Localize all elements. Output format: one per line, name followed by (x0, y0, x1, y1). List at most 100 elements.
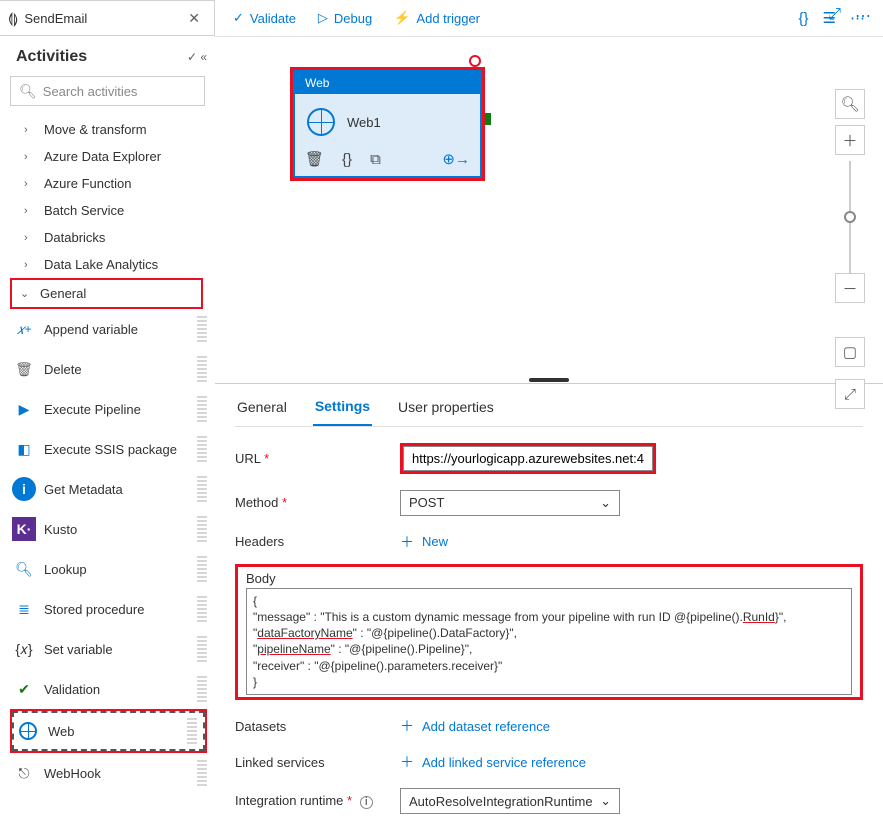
zoom-out-button[interactable]: － (835, 273, 865, 303)
url-input[interactable] (403, 446, 653, 471)
chevron-right-icon: › (24, 151, 38, 163)
add-trigger-button[interactable]: ⚡Add trigger (394, 10, 480, 26)
activity-lookup[interactable]: 🔍︎Lookup (10, 549, 213, 589)
drag-handle-icon[interactable] (187, 718, 197, 744)
add-dataset-button[interactable]: ＋Add dataset reference (400, 716, 863, 736)
datasets-label: Datasets (235, 719, 286, 734)
check-icon: ✔︎ (12, 677, 36, 701)
cat-azure-data-explorer[interactable]: ›Azure Data Explorer (0, 143, 213, 170)
highlight-dot (469, 55, 481, 67)
webhook-icon: ⎋ (12, 761, 36, 785)
activity-webhook[interactable]: ⎋WebHook (10, 753, 213, 793)
activity-kusto[interactable]: K·Kusto (10, 509, 213, 549)
zoom-slider-handle[interactable] (844, 211, 856, 223)
fullscreen-button[interactable]: ⤢ (835, 379, 865, 409)
cat-general[interactable]: ⌄General (12, 280, 201, 307)
cat-move-transform[interactable]: ›Move & transform (0, 116, 213, 143)
zoom-slider[interactable] (849, 161, 851, 211)
magnifier-icon: 🔍︎ (12, 557, 36, 581)
pipeline-canvas[interactable]: Web Web1 🗑 {} ⧉ ⊕→ 🔍︎ ＋ (215, 36, 883, 383)
zoom-slider[interactable] (849, 223, 851, 273)
drag-handle-icon[interactable] (197, 636, 207, 662)
search-activities-input[interactable]: 🔍︎ (10, 76, 205, 106)
tab-settings[interactable]: Settings (313, 388, 372, 426)
activity-append-variable[interactable]: 𝑥+Append variable (10, 309, 213, 349)
globe-icon (307, 108, 335, 136)
chevron-right-icon: › (24, 259, 38, 271)
drag-handle-icon[interactable] (197, 396, 207, 422)
info-icon[interactable]: i (360, 796, 373, 809)
chevron-down-icon: ⌄ (600, 495, 611, 511)
drag-handle-icon[interactable] (197, 676, 207, 702)
tab-general[interactable]: General (235, 389, 289, 425)
code-braces-icon[interactable]: {} (799, 10, 809, 27)
body-textarea[interactable]: {"message" : "This is a custom dynamic m… (246, 588, 852, 695)
drag-handle-icon[interactable] (197, 316, 207, 342)
drag-handle-icon[interactable] (197, 476, 207, 502)
drag-handle-icon[interactable] (197, 436, 207, 462)
expand-icon[interactable]: ⤢ (828, 6, 841, 26)
stored-proc-icon: ≣ (12, 597, 36, 621)
node-type-header: Web (295, 72, 480, 94)
activity-web[interactable]: Web (12, 711, 205, 751)
plus-icon: ＋ (400, 716, 414, 736)
zoom-in-button[interactable]: ＋ (835, 125, 865, 155)
close-tab-icon[interactable]: ✕ (182, 8, 206, 29)
drag-handle-icon[interactable] (197, 596, 207, 622)
arrow-icon[interactable]: ⊕→ (442, 150, 470, 168)
canvas-search-button[interactable]: 🔍︎ (835, 89, 865, 119)
activity-set-variable[interactable]: {𝑥}Set variable (10, 629, 213, 669)
pipeline-icon: ⟬⟭ (8, 10, 18, 27)
plus-icon: ＋ (400, 532, 414, 552)
web-activity-node[interactable]: Web Web1 🗑 {} ⧉ ⊕→ (293, 70, 482, 178)
activity-delete[interactable]: 🗑Delete (10, 349, 213, 389)
ssis-icon: ◧ (12, 437, 36, 461)
check-icon: ✓ (233, 10, 244, 26)
body-label: Body (246, 571, 852, 586)
set-variable-icon: {𝑥} (12, 637, 36, 661)
chevron-collapse-icon[interactable]: ✓ « (187, 50, 207, 64)
chevron-right-icon: › (24, 232, 38, 244)
debug-button[interactable]: ▷Debug (318, 10, 372, 26)
add-linked-service-button[interactable]: ＋Add linked service reference (400, 752, 863, 772)
drag-handle-icon[interactable] (197, 556, 207, 582)
drag-handle-icon[interactable] (197, 516, 207, 542)
integration-runtime-select[interactable]: AutoResolveIntegrationRuntime⌄ (400, 788, 620, 814)
trash-icon[interactable]: 🗑 (305, 150, 324, 168)
more-icon[interactable]: ⋯ (855, 6, 871, 26)
trash-icon: 🗑 (12, 357, 36, 381)
play-icon: ▷ (318, 10, 328, 26)
activity-get-metadata[interactable]: iGet Metadata (10, 469, 213, 509)
chevron-down-icon: ⌄ (600, 793, 611, 809)
node-output-port[interactable] (485, 113, 491, 125)
chevron-right-icon: › (24, 205, 38, 217)
linked-services-label: Linked services (235, 755, 325, 770)
add-header-button[interactable]: ＋New (400, 532, 863, 552)
execute-pipeline-icon: ▶ (12, 397, 36, 421)
code-braces-icon[interactable]: {} (342, 151, 352, 168)
cat-azure-function[interactable]: ›Azure Function (0, 170, 213, 197)
method-select[interactable]: POST⌄ (400, 490, 620, 516)
headers-label: Headers (235, 534, 284, 549)
info-icon: i (12, 477, 36, 501)
chevron-right-icon: › (24, 124, 38, 136)
drag-handle-icon[interactable] (197, 356, 207, 382)
activity-stored-procedure[interactable]: ≣Stored procedure (10, 589, 213, 629)
drag-handle-icon[interactable] (197, 760, 207, 786)
cat-databricks[interactable]: ›Databricks (0, 224, 213, 251)
activity-execute-ssis[interactable]: ◧Execute SSIS package (10, 429, 213, 469)
lightning-icon: ⚡ (394, 10, 410, 26)
panel-resizer[interactable] (215, 377, 883, 383)
cat-batch-service[interactable]: ›Batch Service (0, 197, 213, 224)
integration-runtime-label: Integration runtime (235, 793, 343, 808)
cat-data-lake[interactable]: ›Data Lake Analytics (0, 251, 213, 278)
copy-icon[interactable]: ⧉ (370, 151, 381, 168)
activity-validation[interactable]: ✔︎Validation (10, 669, 213, 709)
activity-execute-pipeline[interactable]: ▶Execute Pipeline (10, 389, 213, 429)
chevron-right-icon: › (24, 178, 38, 190)
search-icon: 🔍︎ (19, 83, 37, 100)
validate-button[interactable]: ✓Validate (233, 10, 296, 26)
kusto-icon: K· (12, 517, 36, 541)
tab-user-properties[interactable]: User properties (396, 389, 496, 425)
fit-to-screen-button[interactable]: ▢ (835, 337, 865, 367)
